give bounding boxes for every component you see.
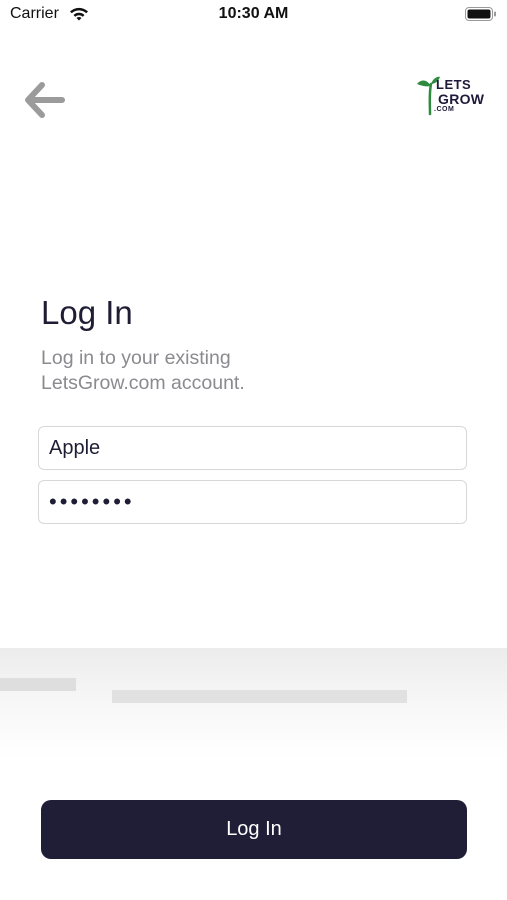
page-subtitle: Log in to your existing LetsGrow.com acc… <box>41 347 245 394</box>
logo-line2: GROW <box>438 91 485 107</box>
logo-line1: LETS <box>436 77 472 92</box>
back-button[interactable] <box>22 80 66 120</box>
logo-line3: .COM <box>434 106 455 113</box>
password-field[interactable] <box>38 480 467 524</box>
skeleton-bar <box>0 678 76 691</box>
clock: 10:30 AM <box>218 5 289 22</box>
login-button[interactable]: Log In <box>41 800 467 859</box>
letsgrow-logo: LETS GROW .COM <box>414 74 488 118</box>
status-bar: Carrier 10:30 AM <box>0 0 507 30</box>
page-title: Log In <box>41 294 133 331</box>
skeleton-bar <box>112 690 407 703</box>
username-field[interactable] <box>38 426 467 470</box>
arrow-left-icon <box>25 82 65 118</box>
loading-placeholder <box>0 648 507 758</box>
battery-icon <box>465 7 496 21</box>
